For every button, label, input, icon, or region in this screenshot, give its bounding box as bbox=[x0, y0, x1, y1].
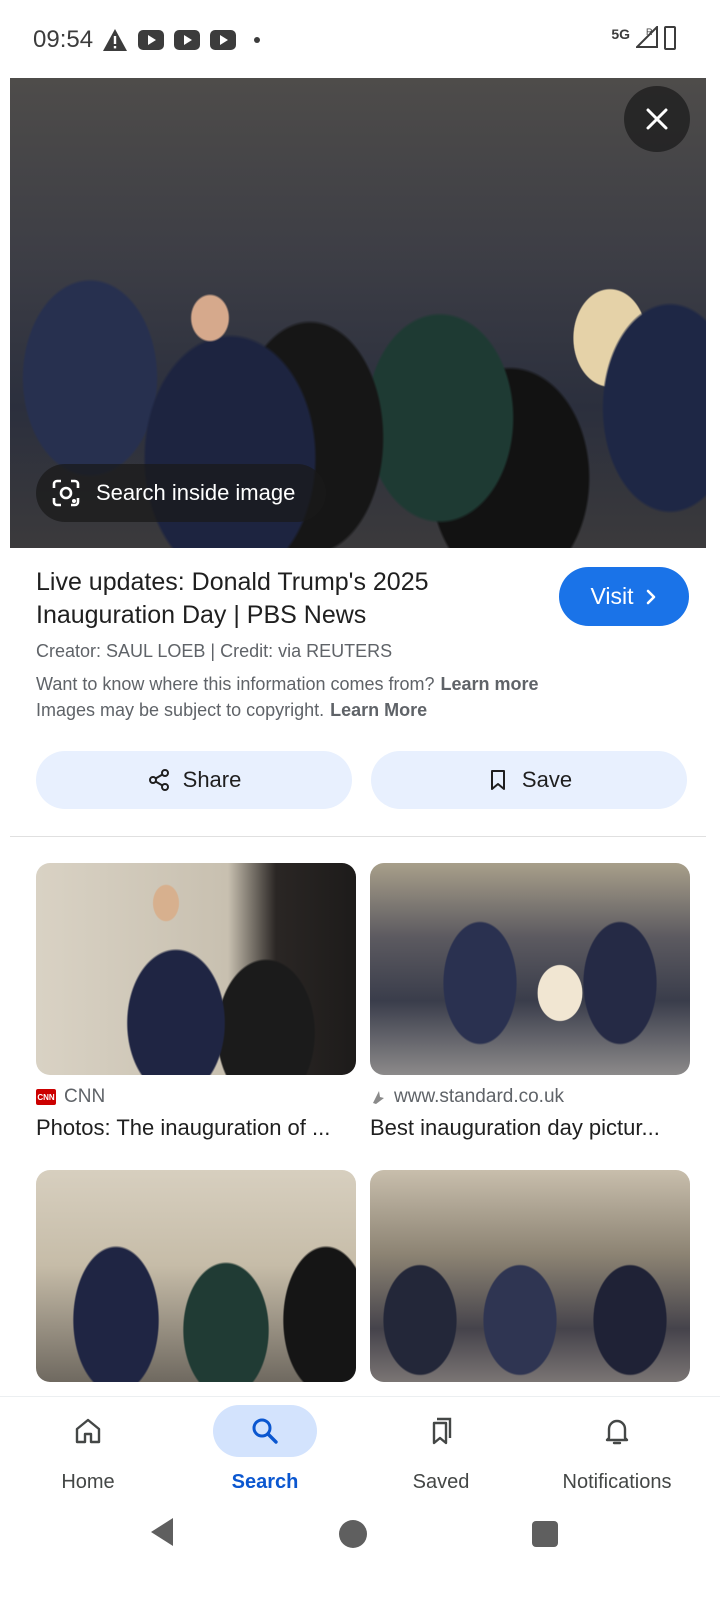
share-button[interactable]: Share bbox=[36, 751, 352, 809]
nav-saved-label: Saved bbox=[412, 1471, 470, 1493]
related-image-3[interactable] bbox=[36, 1170, 356, 1382]
source-name: CNN bbox=[64, 1086, 106, 1107]
network-type: 5G bbox=[611, 26, 630, 42]
home-button-icon[interactable] bbox=[339, 1520, 367, 1548]
bottom-navigation: Home Search Saved Notifications bbox=[0, 1397, 720, 1507]
nav-notifications[interactable]: Notifications bbox=[532, 1397, 702, 1507]
signal-icon: R bbox=[636, 26, 658, 48]
bookmark-icon bbox=[490, 770, 505, 790]
source-name: www.standard.co.uk bbox=[394, 1086, 565, 1107]
learn-more-link[interactable]: Learn more bbox=[441, 674, 539, 694]
standard-logo-icon bbox=[373, 1091, 384, 1104]
battery-icon bbox=[664, 26, 676, 50]
nav-home-icon-wrap bbox=[36, 1405, 140, 1457]
related-source-cnn[interactable]: CNN CNN bbox=[36, 1086, 105, 1108]
nav-saved-icon-wrap bbox=[389, 1405, 493, 1457]
status-bar: 09:54 5G R bbox=[0, 0, 720, 78]
related-title-cnn[interactable]: Photos: The inauguration of ... bbox=[36, 1115, 356, 1141]
nav-home-label: Home bbox=[61, 1471, 115, 1493]
save-button[interactable]: Save bbox=[371, 751, 687, 809]
nav-home[interactable]: Home bbox=[3, 1397, 173, 1507]
nav-notifications-label: Notifications bbox=[562, 1471, 672, 1493]
bell-icon bbox=[605, 1419, 629, 1445]
nav-search-icon-wrap bbox=[213, 1405, 317, 1457]
home-icon bbox=[75, 1418, 101, 1444]
info-source-text: Want to know where this information come… bbox=[36, 674, 435, 694]
related-image-standard[interactable] bbox=[370, 863, 690, 1075]
share-label: Share bbox=[182, 767, 242, 792]
related-title-standard[interactable]: Best inauguration day pictur... bbox=[370, 1115, 690, 1141]
copyright-learn-more-link[interactable]: Learn More bbox=[330, 700, 427, 720]
more-notifications-dot bbox=[254, 37, 260, 43]
search-inside-image-label: Search inside image bbox=[96, 480, 296, 505]
visit-label: Visit bbox=[590, 583, 634, 609]
nav-saved[interactable]: Saved bbox=[356, 1397, 526, 1507]
section-divider bbox=[10, 836, 706, 837]
info-source-line: Want to know where this information come… bbox=[36, 674, 539, 695]
cnn-logo-icon: CNN bbox=[36, 1089, 56, 1105]
visit-button[interactable]: Visit bbox=[559, 567, 689, 626]
related-image-4[interactable] bbox=[370, 1170, 690, 1382]
copyright-line: Images may be subject to copyright. Learn… bbox=[36, 700, 427, 721]
creator-credit: Creator: SAUL LOEB | Credit: via REUTERS bbox=[36, 641, 393, 661]
search-icon bbox=[252, 1418, 278, 1444]
system-navigation-bar bbox=[0, 1507, 720, 1600]
close-button[interactable] bbox=[624, 86, 690, 152]
youtube-icon bbox=[174, 30, 200, 50]
youtube-icon bbox=[138, 30, 164, 50]
nav-search-label: Search bbox=[231, 1471, 299, 1493]
result-title[interactable]: Live updates: Donald Trump's 2025 Inaugu… bbox=[36, 566, 536, 632]
share-icon bbox=[148, 769, 169, 791]
notification-icons bbox=[102, 28, 260, 52]
nav-notifications-icon-wrap bbox=[565, 1405, 669, 1457]
back-icon[interactable] bbox=[147, 1515, 177, 1549]
lens-icon bbox=[52, 479, 80, 507]
copyright-text: Images may be subject to copyright. bbox=[36, 700, 325, 720]
close-icon bbox=[646, 108, 668, 130]
related-image-cnn[interactable] bbox=[36, 863, 356, 1075]
system-status-icons: 5G R bbox=[611, 26, 676, 50]
youtube-icon bbox=[210, 30, 236, 50]
search-inside-image-button[interactable]: Search inside image bbox=[36, 464, 326, 522]
status-time: 09:54 bbox=[33, 26, 94, 53]
warning-icon bbox=[103, 29, 127, 51]
recents-icon[interactable] bbox=[532, 1521, 558, 1547]
save-label: Save bbox=[521, 767, 573, 792]
related-source-standard[interactable]: www.standard.co.uk bbox=[370, 1086, 564, 1108]
chevron-right-icon bbox=[646, 589, 655, 604]
roaming-indicator: R bbox=[646, 27, 653, 37]
bookmarks-icon bbox=[432, 1417, 452, 1445]
nav-search[interactable]: Search bbox=[180, 1397, 350, 1507]
